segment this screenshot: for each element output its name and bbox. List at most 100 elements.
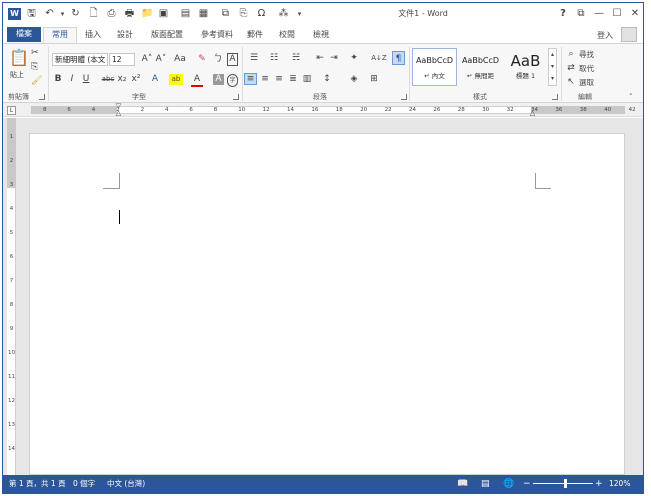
bold-button[interactable]: B xyxy=(53,74,63,85)
horizontal-ruler[interactable]: L ▽ △ △ 8 6 4 2 2 4 6 8 10 12 14 16 18 20 22 24 26 28 30 32… xyxy=(3,103,643,117)
select-button[interactable]: 選取 xyxy=(579,77,594,88)
customize-qat-icon[interactable]: ▾ xyxy=(293,8,306,20)
tab-design[interactable]: 設計 xyxy=(113,28,137,42)
collapse-ribbon-icon[interactable]: ˄ xyxy=(629,92,633,103)
asian-layout-icon[interactable]: ✦ xyxy=(347,53,361,64)
multilevel-list-icon[interactable]: ☵ xyxy=(288,53,304,64)
ribbon-display-options-button[interactable]: ⧉ xyxy=(573,7,589,21)
superscript-button[interactable]: x² xyxy=(130,74,142,85)
font-color-button[interactable]: A xyxy=(191,74,203,87)
page-count[interactable]: 第 1 頁，共 1 頁 xyxy=(9,479,66,489)
zoom-out-button[interactable]: − xyxy=(523,479,531,489)
paragraph-launcher-icon[interactable] xyxy=(401,94,407,100)
character-border-button[interactable]: A xyxy=(227,53,238,66)
subscript-button[interactable]: x₂ xyxy=(116,74,128,85)
tab-view[interactable]: 檢視 xyxy=(309,28,333,42)
zoom-slider-thumb[interactable] xyxy=(564,479,567,488)
phonetic-guide-button[interactable]: ㄅ xyxy=(212,54,224,65)
ribbon-view-icon[interactable]: ▤ xyxy=(179,8,192,20)
copy-icon[interactable]: ⎘ xyxy=(31,62,38,73)
quick-print-icon[interactable]: 🖶 xyxy=(123,8,136,20)
zoom-level[interactable]: 120% xyxy=(609,479,630,489)
font-size-select[interactable]: 12 xyxy=(109,53,135,66)
table-icon[interactable]: ▦ xyxy=(197,8,210,20)
underline-button[interactable]: U xyxy=(81,74,91,85)
replace-button[interactable]: 取代 xyxy=(579,63,594,74)
undo-dropdown-icon[interactable]: ▾ xyxy=(56,8,69,20)
change-case-button[interactable]: Aa xyxy=(172,54,188,65)
styles-scroll-icon[interactable]: ▴ ▾ ▾ xyxy=(548,48,557,86)
document-page[interactable] xyxy=(29,133,625,475)
language-indicator[interactable]: 中文 (台灣) xyxy=(107,479,145,489)
paste-icon[interactable]: 📋 xyxy=(9,48,29,68)
font-launcher-icon[interactable] xyxy=(233,94,239,100)
help-button[interactable]: ? xyxy=(555,7,571,21)
tab-review[interactable]: 校閱 xyxy=(275,28,299,42)
italic-button[interactable]: I xyxy=(67,74,77,85)
word-count[interactable]: 0 個字 xyxy=(73,479,95,489)
close-button[interactable]: ✕ xyxy=(627,7,643,21)
decrease-indent-icon[interactable]: ⇤ xyxy=(314,53,326,64)
new-doc-icon[interactable]: 🗋 xyxy=(87,8,100,20)
style-heading-1[interactable]: AaB 標題 1 xyxy=(504,48,547,86)
grow-font-button[interactable]: A˄ xyxy=(141,54,153,65)
tab-file[interactable]: 檔案 xyxy=(7,27,41,42)
bullets-icon[interactable]: ☰ xyxy=(246,53,262,64)
zoom-in-button[interactable]: + xyxy=(595,479,603,489)
align-right-icon[interactable]: ≡ xyxy=(273,74,285,85)
zoom-slider[interactable] xyxy=(533,483,593,484)
character-shading-button[interactable]: A xyxy=(213,74,224,85)
strikethrough-button[interactable]: abc xyxy=(101,74,115,85)
sort-button[interactable]: A↓Z xyxy=(371,53,387,64)
show-marks-button[interactable]: ¶ xyxy=(392,51,405,65)
redo-icon[interactable]: ↻ xyxy=(69,8,82,20)
sign-in-link[interactable]: 登入 xyxy=(597,30,613,41)
print-layout-icon[interactable]: ▤ xyxy=(481,479,490,489)
maximize-button[interactable]: ☐ xyxy=(609,7,625,21)
save-icon[interactable]: 🖫 xyxy=(25,8,38,20)
increase-indent-icon[interactable]: ⇥ xyxy=(328,53,340,64)
cut-icon[interactable]: ✂ xyxy=(31,48,39,59)
tab-mailings[interactable]: 郵件 xyxy=(243,28,267,42)
style-normal[interactable]: AaBbCcD ↵ 內文 xyxy=(412,48,457,86)
align-left-icon[interactable]: ≡ xyxy=(244,73,257,85)
justify-icon[interactable]: ≣ xyxy=(287,74,299,85)
insert-link-icon[interactable]: ⧉ xyxy=(219,8,232,20)
avatar[interactable] xyxy=(621,27,637,42)
print-preview-icon[interactable]: ⎙ xyxy=(105,8,118,20)
font-family-select[interactable]: 新細明體 (本文 xyxy=(52,53,108,66)
open-folder-icon[interactable]: 📁 xyxy=(141,8,154,20)
tab-insert[interactable]: 插入 xyxy=(81,28,105,42)
clipboard-launcher-icon[interactable] xyxy=(39,94,45,100)
undo-icon[interactable]: ↶ xyxy=(43,8,56,20)
tab-references[interactable]: 參考資料 xyxy=(195,28,239,42)
minimize-button[interactable]: — xyxy=(591,7,607,21)
web-layout-icon[interactable]: 🌐 xyxy=(503,479,514,489)
borders-icon[interactable]: ⊞ xyxy=(367,74,381,85)
tab-layout[interactable]: 版面配置 xyxy=(145,28,189,42)
shading-icon[interactable]: ◈ xyxy=(347,74,361,85)
styles-launcher-icon[interactable] xyxy=(552,94,558,100)
find-icon[interactable]: ⌕ xyxy=(566,49,576,60)
align-center-icon[interactable]: ≡ xyxy=(259,74,271,85)
paste-button-label[interactable]: 貼上 xyxy=(9,70,25,81)
read-mode-icon[interactable]: 📖 xyxy=(457,479,468,489)
highlight-button[interactable]: ab xyxy=(169,74,183,85)
style-no-spacing[interactable]: AaBbCcD ↵ 無間距 xyxy=(458,48,503,86)
insert-picture-icon[interactable]: ▣ xyxy=(157,8,170,20)
text-effects-button[interactable]: A xyxy=(149,74,161,85)
enclose-characters-button[interactable]: 字 xyxy=(227,74,238,87)
format-painter-icon[interactable]: 🖌 xyxy=(31,76,42,87)
numbering-icon[interactable]: ☷ xyxy=(266,53,282,64)
find-button[interactable]: 尋找 xyxy=(579,49,594,60)
line-spacing-icon[interactable]: ↕ xyxy=(321,74,333,85)
clear-format-button[interactable]: ✎ xyxy=(196,54,208,65)
symbol-icon[interactable]: Ω xyxy=(255,8,268,20)
select-icon[interactable]: ↖ xyxy=(566,77,576,88)
word-app-icon[interactable]: W xyxy=(8,8,21,20)
tab-home[interactable]: 常用 xyxy=(43,27,77,43)
replace-icon[interactable]: ⇄ xyxy=(566,63,576,74)
flowchart-icon[interactable]: ⁂ xyxy=(277,8,290,20)
print-icon[interactable]: ⎘ xyxy=(237,8,250,20)
shrink-font-button[interactable]: A˅ xyxy=(155,54,167,65)
